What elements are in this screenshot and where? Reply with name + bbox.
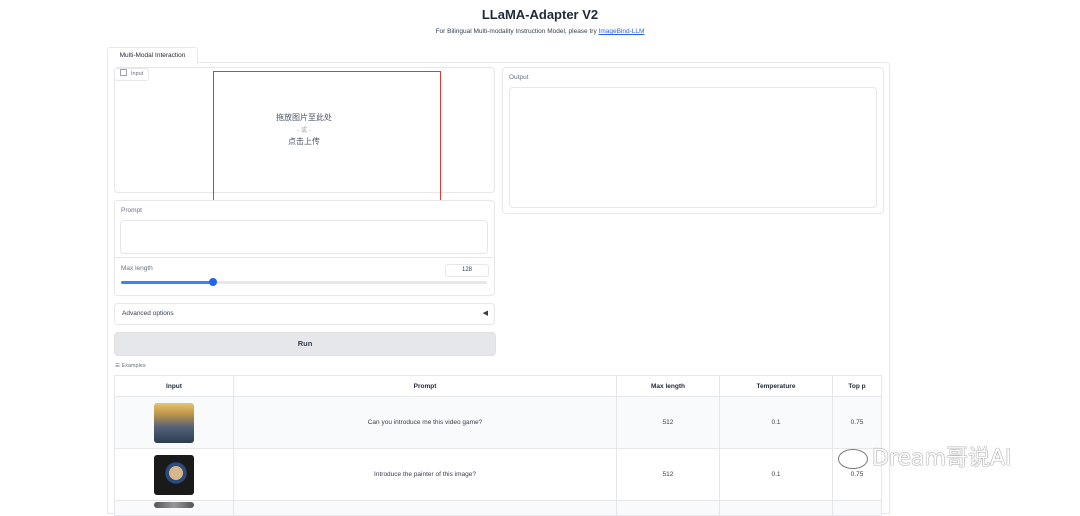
max-length-label: Max length: [121, 265, 153, 272]
max-length-number-input[interactable]: 128: [445, 264, 489, 277]
example-thumbnail-cell[interactable]: [114, 448, 234, 501]
table-cell: [719, 500, 833, 516]
table-row[interactable]: Can you introduce me this video game? 51…: [114, 396, 882, 449]
examples-label: ☰ Examples: [115, 363, 146, 369]
column-header: Temperature: [719, 375, 833, 397]
example-thumbnail[interactable]: [154, 402, 194, 443]
table-row[interactable]: Introduce the painter of this image? 512…: [114, 448, 882, 501]
advanced-options-label: Advanced options: [122, 310, 174, 317]
highlight-box: [213, 71, 441, 210]
output-label: Output: [509, 74, 529, 81]
advanced-options-accordion[interactable]: Advanced options ◀: [114, 303, 495, 325]
example-prompt[interactable]: Introduce the painter of this image?: [233, 448, 617, 501]
slider-thumb[interactable]: [208, 278, 217, 286]
column-header: Prompt: [233, 375, 617, 397]
watermark-text: Dream哥说AI: [872, 446, 1012, 471]
watermark: Dream哥说AI: [838, 440, 1012, 472]
prompt-input[interactable]: [120, 220, 488, 254]
imagebind-link[interactable]: ImageBind-LLM: [599, 28, 645, 35]
max-length-slider[interactable]: [121, 281, 487, 284]
column-header: Top p: [832, 375, 882, 397]
wechat-icon: [838, 449, 868, 469]
example-max-length[interactable]: 512: [616, 448, 720, 501]
table-row[interactable]: [114, 500, 882, 516]
page-title: LLaMA-Adapter V2: [481, 7, 599, 22]
output-textbox[interactable]: [509, 87, 877, 208]
divider: [115, 257, 493, 258]
prompt-label: Prompt: [121, 207, 142, 214]
run-button[interactable]: Run: [114, 332, 496, 356]
column-header: Input: [114, 375, 234, 397]
example-thumbnail-cell[interactable]: [114, 396, 234, 449]
example-thumbnail[interactable]: [154, 502, 194, 509]
example-temperature[interactable]: 0.1: [719, 448, 833, 501]
example-temperature[interactable]: 0.1: [719, 396, 833, 449]
caret-left-icon: ◀: [482, 310, 488, 317]
example-max-length[interactable]: 512: [616, 396, 720, 449]
table-cell: [233, 500, 617, 516]
tab-multi-modal-interaction[interactable]: Multi-Modal Interaction: [107, 47, 198, 65]
subtitle-text: For Bilingual Multi-modality Instruction…: [435, 28, 597, 35]
example-prompt[interactable]: Can you introduce me this video game?: [233, 396, 617, 449]
table-cell: [616, 500, 720, 516]
page-subtitle: For Bilingual Multi-modality Instruction…: [0, 28, 1080, 35]
input-label-chip: Input: [114, 68, 150, 81]
input-label: Input: [131, 71, 144, 77]
examples-table: Input Prompt Max length Temperature Top …: [114, 375, 882, 516]
table-cell: [832, 500, 882, 516]
image-icon: [120, 69, 127, 76]
example-thumbnail[interactable]: [154, 454, 194, 495]
slider-fill: [121, 281, 213, 284]
example-thumbnail-cell[interactable]: [114, 500, 234, 516]
column-header: Max length: [616, 375, 720, 397]
